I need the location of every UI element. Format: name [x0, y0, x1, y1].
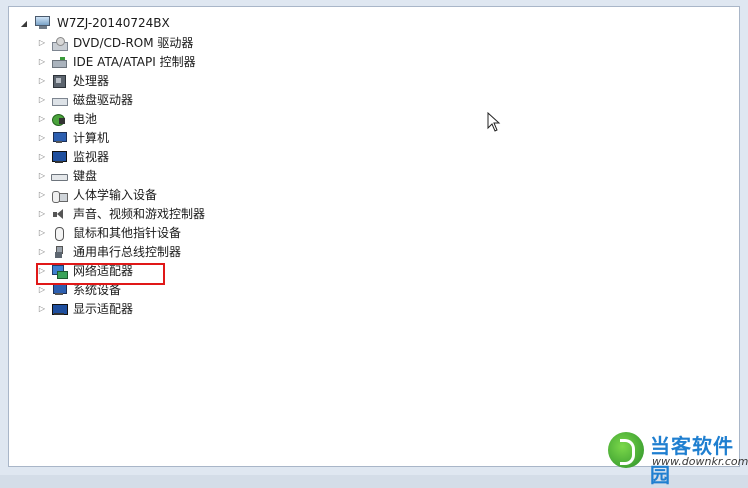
root-label: W7ZJ-20140724BX [57, 16, 170, 30]
expand-arrow-icon[interactable]: ▷ [37, 285, 47, 294]
tree-item-label: 处理器 [73, 74, 110, 88]
tree-item-hid[interactable]: ▷ 人体学输入设备 [37, 185, 205, 204]
expand-arrow-icon[interactable]: ▷ [37, 228, 47, 237]
ide-controller-icon [51, 55, 67, 69]
expand-arrow-icon[interactable]: ▷ [37, 95, 47, 104]
tree-item-label: 计算机 [73, 131, 110, 145]
tree-item-label: 磁盘驱动器 [73, 93, 134, 107]
monitor-icon [51, 150, 67, 164]
device-manager-window: ◢ W7ZJ-20140724BX ▷ DVD/CD-ROM 驱动器 ▷ IDE… [0, 0, 748, 487]
watermark: 当客软件园 www.downkr.com [608, 430, 748, 487]
tree-item-battery[interactable]: ▷ 电池 [37, 109, 205, 128]
expand-arrow-icon[interactable]: ▷ [37, 114, 47, 123]
tree-item-display-adapter[interactable]: ▷ 显示适配器 [37, 299, 205, 318]
tree-item-computer[interactable]: ▷ 计算机 [37, 128, 205, 147]
computer-icon [35, 16, 51, 30]
disk-drive-icon [51, 93, 68, 107]
tree-item-sound[interactable]: ▷ 声音、视频和游戏控制器 [37, 204, 205, 223]
tree-item-ide[interactable]: ▷ IDE ATA/ATAPI 控制器 [37, 52, 205, 71]
tree-item-label: 电池 [73, 112, 98, 126]
processor-icon [51, 74, 67, 88]
expand-arrow-icon[interactable]: ▷ [37, 133, 47, 142]
tree-item-dvd[interactable]: ▷ DVD/CD-ROM 驱动器 [37, 33, 205, 52]
tree-item-label: 鼠标和其他指针设备 [73, 226, 182, 240]
expand-arrow-icon[interactable]: ▷ [37, 190, 47, 199]
usb-icon [51, 245, 67, 259]
hid-icon [51, 188, 68, 203]
expand-arrow-icon[interactable]: ▷ [37, 304, 47, 313]
tree-item-mouse[interactable]: ▷ 鼠标和其他指针设备 [37, 223, 205, 242]
device-tree-pane: ◢ W7ZJ-20140724BX ▷ DVD/CD-ROM 驱动器 ▷ IDE… [8, 6, 740, 467]
dvd-drive-icon [51, 36, 68, 51]
tree-item-label: 人体学输入设备 [73, 188, 158, 202]
display-adapter-icon [51, 302, 68, 316]
expand-arrow-icon[interactable]: ▷ [37, 38, 47, 47]
tree-item-label: 声音、视频和游戏控制器 [73, 207, 206, 221]
tree-item-label: DVD/CD-ROM 驱动器 [73, 36, 194, 50]
watermark-url: www.downkr.com [652, 455, 748, 468]
tree-item-processor[interactable]: ▷ 处理器 [37, 71, 205, 90]
expand-arrow-icon[interactable]: ▷ [37, 57, 47, 66]
watermark-logo-icon [608, 432, 644, 468]
expand-arrow-icon[interactable]: ▷ [37, 247, 47, 256]
expand-arrow-icon[interactable]: ▷ [37, 209, 47, 218]
tree-item-monitor[interactable]: ▷ 监视器 [37, 147, 205, 166]
computer-icon [51, 131, 67, 145]
tree-item-label: IDE ATA/ATAPI 控制器 [73, 55, 196, 69]
tree-item-keyboard[interactable]: ▷ 键盘 [37, 166, 205, 185]
speaker-icon [51, 207, 67, 221]
expand-arrow-icon[interactable]: ▷ [37, 152, 47, 161]
tree-item-label: 通用串行总线控制器 [73, 245, 182, 259]
mouse-icon [51, 226, 67, 241]
expand-arrow-icon[interactable]: ▷ [37, 76, 47, 85]
tree-item-label: 监视器 [73, 150, 110, 164]
tree-item-label: 键盘 [73, 169, 98, 183]
highlight-box [36, 263, 165, 285]
tree-item-usb[interactable]: ▷ 通用串行总线控制器 [37, 242, 205, 261]
battery-icon [51, 112, 67, 126]
tree-item-label: 显示适配器 [73, 302, 134, 316]
tree-root-node[interactable]: ◢ W7ZJ-20140724BX [19, 14, 170, 32]
tree-item-disk[interactable]: ▷ 磁盘驱动器 [37, 90, 205, 109]
collapse-arrow-icon[interactable]: ◢ [19, 19, 29, 28]
keyboard-icon [51, 169, 68, 183]
mouse-cursor-icon [487, 112, 501, 132]
expand-arrow-icon[interactable]: ▷ [37, 171, 47, 180]
